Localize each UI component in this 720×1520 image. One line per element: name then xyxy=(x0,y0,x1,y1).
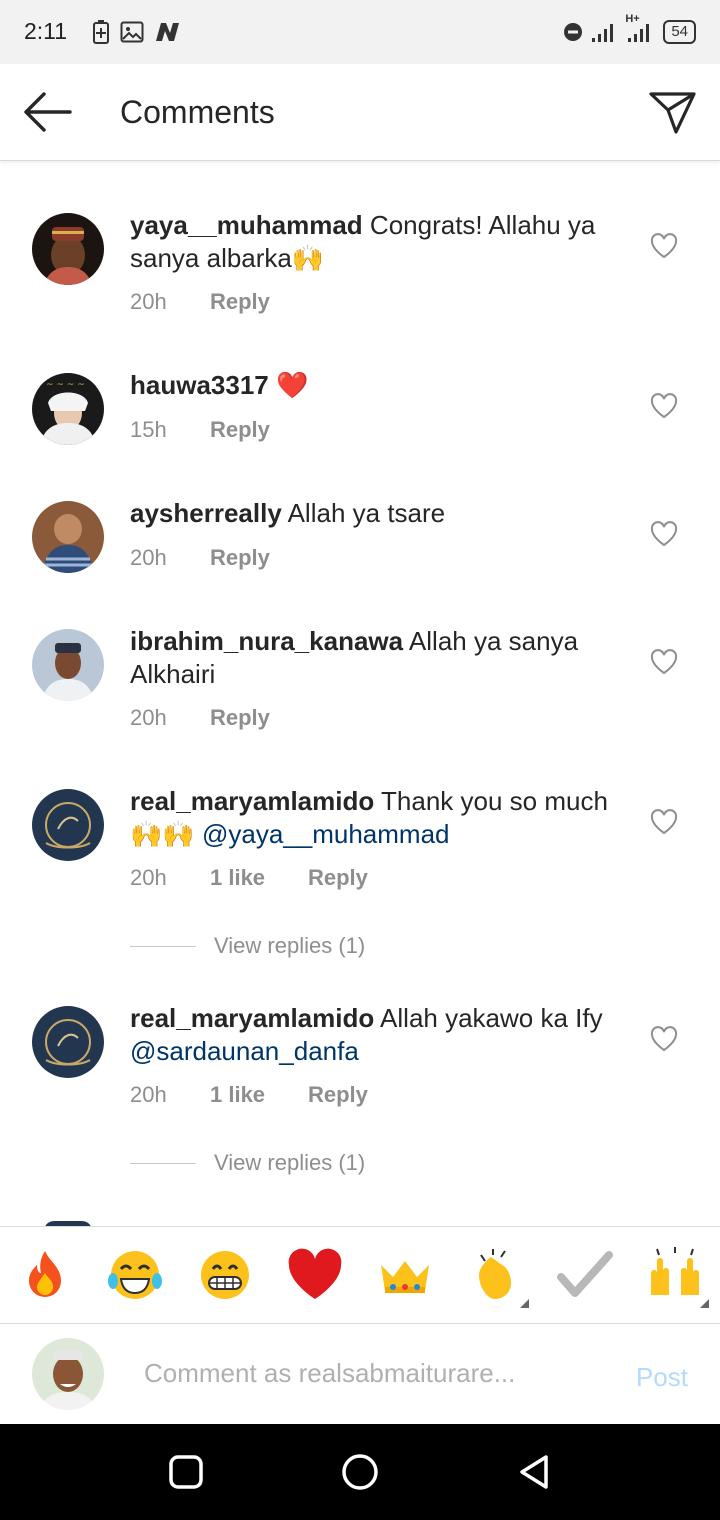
reply-button[interactable]: Reply xyxy=(308,1082,368,1108)
divider xyxy=(130,1162,196,1164)
grinning-emoji-button[interactable] xyxy=(195,1247,255,1303)
comment-text: ibrahim_nura_kanawa Allah ya sanya Alkha… xyxy=(130,625,625,691)
dnd-icon xyxy=(564,23,583,41)
avatar[interactable] xyxy=(32,789,104,861)
app-header: Comments xyxy=(0,64,720,161)
avatar[interactable]: ~ ~ ~ ~ xyxy=(32,373,104,445)
home-button[interactable] xyxy=(340,1452,380,1492)
comment-meta: 20h 1 like Reply xyxy=(130,865,368,891)
status-time: 2:11 xyxy=(24,18,68,44)
heart-icon[interactable] xyxy=(650,521,678,547)
comment-meta: 20h Reply xyxy=(130,289,270,315)
reply-button[interactable]: Reply xyxy=(210,417,270,443)
more-variants-indicator xyxy=(700,1299,709,1308)
comment-age: 20h xyxy=(130,1082,167,1107)
emoji-bar xyxy=(0,1226,720,1324)
status-bar: 2:11 H+ 54 xyxy=(0,0,720,64)
comment-mention[interactable]: @yaya__muhammad xyxy=(202,819,450,849)
comment-username[interactable]: real_maryamlamido xyxy=(130,786,374,816)
reply-button[interactable]: Reply xyxy=(308,865,368,891)
page-title: Comments xyxy=(120,94,275,130)
heart-icon[interactable] xyxy=(650,393,678,419)
avatar[interactable] xyxy=(32,501,104,573)
comment-age: 20h xyxy=(130,289,167,314)
comment-meta: 15h Reply xyxy=(130,417,270,443)
back-button[interactable] xyxy=(20,88,76,136)
reply-button[interactable]: Reply xyxy=(210,545,270,571)
heart-icon[interactable] xyxy=(650,809,678,835)
paper-plane-icon xyxy=(649,92,696,134)
comment-meta: 20h Reply xyxy=(130,705,270,731)
divider xyxy=(130,945,196,947)
recent-apps-button[interactable] xyxy=(166,1452,206,1492)
status-system-icons: H+ 54 xyxy=(563,13,696,46)
clapping-emoji-button[interactable] xyxy=(465,1247,525,1303)
heart-icon[interactable] xyxy=(650,649,678,675)
back-nav-button[interactable] xyxy=(514,1452,554,1492)
comment-input[interactable] xyxy=(144,1358,564,1389)
system-nav-bar xyxy=(0,1424,720,1520)
comment-list[interactable]: yaya__muhammad Congrats! Allahu ya sanya… xyxy=(0,161,720,1226)
view-replies-label: View replies (1) xyxy=(214,933,366,958)
signal-icon xyxy=(592,24,614,42)
view-replies-button[interactable]: View replies (1) xyxy=(130,1150,365,1176)
comment-body: Allah yakawo ka Ify xyxy=(380,1003,603,1033)
app-n-icon xyxy=(156,23,179,41)
heart-icon[interactable] xyxy=(650,1026,678,1052)
comment-likes[interactable]: 1 like xyxy=(210,865,308,891)
comment-username[interactable]: ibrahim_nura_kanawa xyxy=(130,626,403,656)
status-notification-icons xyxy=(92,18,182,46)
red-heart-emoji-button[interactable] xyxy=(285,1247,345,1303)
reply-button[interactable]: Reply xyxy=(210,705,270,731)
avatar[interactable] xyxy=(32,213,104,285)
comment-composer: Post xyxy=(0,1324,720,1424)
battery-icon: 54 xyxy=(663,20,696,44)
avatar[interactable] xyxy=(32,1006,104,1078)
comment-username[interactable]: real_maryamlamido xyxy=(130,1003,374,1033)
comment-text: real_maryamlamido Thank you so much🙌🙌 @y… xyxy=(130,785,625,851)
comment-text: aysherreally Allah ya tsare xyxy=(130,497,625,530)
heart-icon[interactable] xyxy=(650,233,678,259)
reply-button[interactable]: Reply xyxy=(210,289,270,315)
comment-body: Allah ya tsare xyxy=(287,498,446,528)
comment-body: ❤️ xyxy=(275,370,309,400)
comment-username[interactable]: yaya__muhammad xyxy=(130,210,363,240)
battery-saver-icon xyxy=(93,20,109,44)
comment-username[interactable]: aysherreally xyxy=(130,498,282,528)
fire-emoji-button[interactable] xyxy=(15,1247,75,1303)
comment-text: real_maryamlamido Allah yakawo ka Ify @s… xyxy=(130,1002,625,1068)
svg-text:~ ~ ~ ~: ~ ~ ~ ~ xyxy=(46,380,85,390)
post-button[interactable]: Post xyxy=(636,1362,688,1393)
current-user-avatar xyxy=(32,1338,104,1410)
comment-meta: 20h Reply xyxy=(130,545,270,571)
comment-text: hauwa3317 ❤️ xyxy=(130,369,625,402)
gallery-icon xyxy=(120,21,144,43)
comment-age: 20h xyxy=(130,545,167,570)
comment-mention[interactable]: @sardaunan_danfa xyxy=(130,1036,359,1066)
check-mark-emoji-button[interactable] xyxy=(555,1247,615,1303)
more-variants-indicator xyxy=(520,1299,529,1308)
share-button[interactable] xyxy=(648,88,698,136)
comment-text: yaya__muhammad Congrats! Allahu ya sanya… xyxy=(130,209,625,275)
comment-age: 15h xyxy=(130,417,167,442)
avatar[interactable] xyxy=(32,629,104,701)
view-replies-button[interactable]: View replies (1) xyxy=(130,933,365,959)
view-replies-label: View replies (1) xyxy=(214,1150,366,1175)
signal-hplus-icon: H+ xyxy=(625,13,655,45)
laughing-emoji-button[interactable] xyxy=(105,1247,165,1303)
crown-emoji-button[interactable] xyxy=(375,1247,435,1303)
raising-hands-emoji-button[interactable] xyxy=(645,1247,705,1303)
comment-meta: 20h 1 like Reply xyxy=(130,1082,368,1108)
comment-likes[interactable]: 1 like xyxy=(210,1082,308,1108)
comment-username[interactable]: hauwa3317 xyxy=(130,370,269,400)
arrow-left-icon xyxy=(24,92,72,132)
comment-age: 20h xyxy=(130,705,167,730)
comment-age: 20h xyxy=(130,865,167,890)
